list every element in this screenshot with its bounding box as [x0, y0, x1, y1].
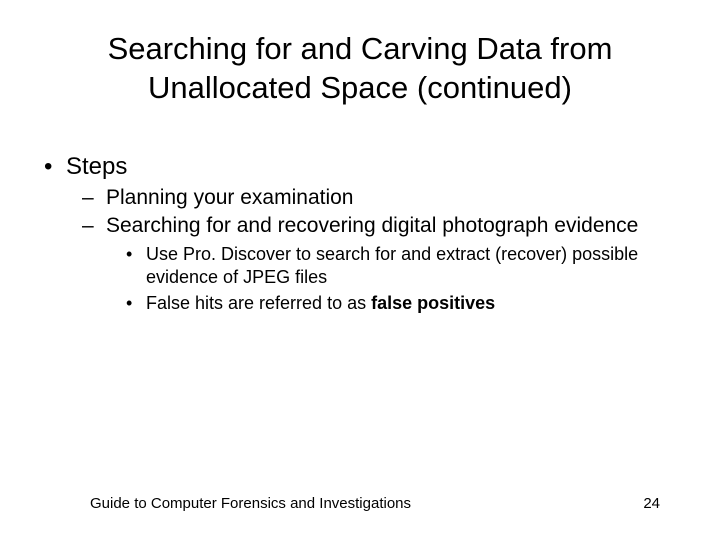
- slide-title: Searching for and Carving Data from Unal…: [40, 30, 680, 108]
- subsub-prodiscover: Use Pro. Discover to search for and extr…: [146, 243, 680, 290]
- bullet-steps: Steps Planning your examination Searchin…: [66, 153, 680, 316]
- slide-content: Steps Planning your examination Searchin…: [40, 153, 680, 316]
- sub-searching-text: Searching for and recovering digital pho…: [106, 214, 638, 237]
- falsehits-bold: false positives: [371, 293, 495, 313]
- page-number: 24: [643, 495, 660, 512]
- footer-text: Guide to Computer Forensics and Investig…: [90, 495, 411, 512]
- sub-searching: Searching for and recovering digital pho…: [106, 213, 680, 315]
- subsub-falsehits: False hits are referred to as false posi…: [146, 292, 680, 315]
- slide-footer: Guide to Computer Forensics and Investig…: [0, 495, 720, 512]
- falsehits-prefix: False hits are referred to as: [146, 293, 371, 313]
- sub-planning: Planning your examination: [106, 185, 680, 211]
- bullet-steps-text: Steps: [66, 153, 127, 180]
